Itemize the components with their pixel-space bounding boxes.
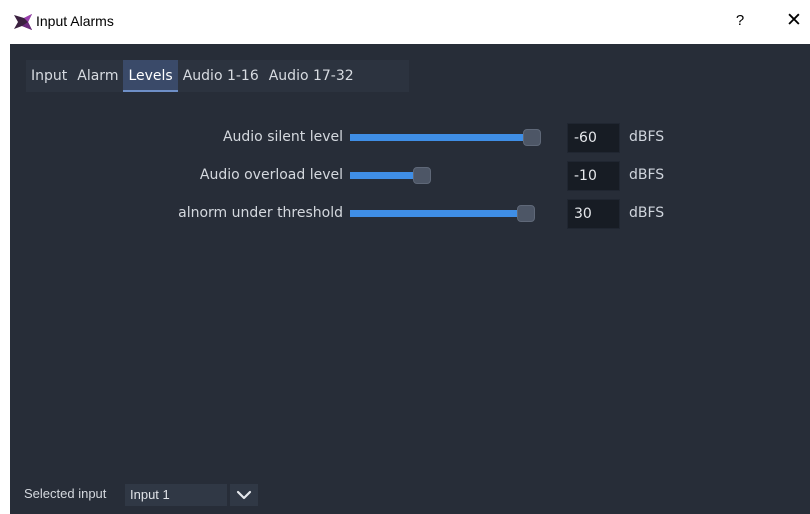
- alnorm-threshold-slider[interactable]: [350, 199, 560, 229]
- help-button[interactable]: ?: [733, 10, 747, 32]
- alnorm-threshold-label: alnorm under threshold: [178, 205, 343, 221]
- silent-level-slider[interactable]: [350, 123, 560, 153]
- dialog-body: Input Alarm Levels Audio 1-16 Audio 17-3…: [10, 44, 810, 514]
- level-row-silent: Audio silent level -60 dBFS: [10, 123, 810, 153]
- chevron-down-icon: [230, 490, 258, 510]
- tab-bar: Input Alarm Levels Audio 1-16 Audio 17-3…: [26, 60, 409, 92]
- overload-level-input[interactable]: -10: [567, 161, 620, 191]
- silent-level-unit: dBFS: [629, 129, 665, 145]
- title-bar: Input Alarms ? ✕: [0, 0, 810, 44]
- overload-level-slider[interactable]: [350, 161, 560, 191]
- alnorm-threshold-unit: dBFS: [629, 205, 665, 221]
- tab-audio-1-16[interactable]: Audio 1-16: [178, 60, 264, 92]
- alnorm-threshold-input[interactable]: 30: [567, 199, 620, 229]
- alnorm-threshold-slider-fill: [350, 210, 521, 217]
- tab-levels[interactable]: Levels: [123, 60, 178, 92]
- selected-input-label: Selected input: [24, 486, 107, 501]
- overload-level-slider-fill: [350, 172, 417, 179]
- app-logo-icon: [14, 14, 32, 30]
- level-row-overload: Audio overload level -10 dBFS: [10, 161, 810, 191]
- tab-input[interactable]: Input: [26, 60, 72, 92]
- selected-input-dropdown-button[interactable]: [230, 484, 258, 506]
- tab-audio-17-32[interactable]: Audio 17-32: [264, 60, 359, 92]
- selected-input-value: Input 1: [130, 487, 170, 502]
- overload-level-slider-handle[interactable]: [413, 167, 431, 184]
- overload-level-unit: dBFS: [629, 167, 665, 183]
- overload-level-label: Audio overload level: [199, 167, 343, 183]
- silent-level-slider-fill: [350, 134, 527, 141]
- silent-level-label: Audio silent level: [222, 129, 343, 145]
- level-row-alnorm: alnorm under threshold 30 dBFS: [10, 199, 810, 229]
- alnorm-threshold-slider-handle[interactable]: [517, 205, 535, 222]
- tab-alarm[interactable]: Alarm: [72, 60, 123, 92]
- silent-level-slider-handle[interactable]: [523, 129, 541, 146]
- window-title: Input Alarms: [36, 13, 114, 29]
- close-button[interactable]: ✕: [784, 10, 804, 32]
- silent-level-input[interactable]: -60: [567, 123, 620, 153]
- selected-input-select[interactable]: Input 1: [125, 484, 227, 506]
